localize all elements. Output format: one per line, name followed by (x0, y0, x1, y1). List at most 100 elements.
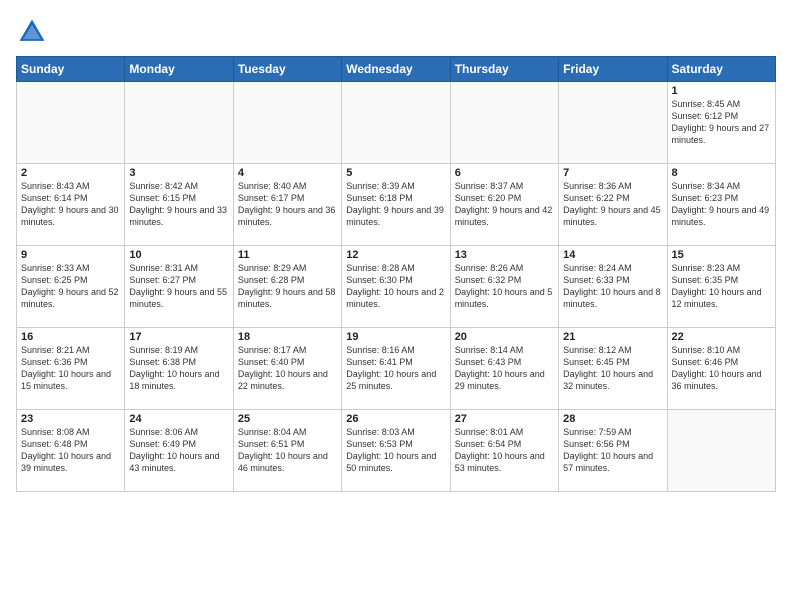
calendar-cell: 11Sunrise: 8:29 AM Sunset: 6:28 PM Dayli… (233, 246, 341, 328)
day-number: 9 (21, 249, 120, 261)
day-number: 27 (455, 413, 554, 425)
calendar-cell (559, 82, 667, 164)
day-number: 16 (21, 331, 120, 343)
calendar-cell: 20Sunrise: 8:14 AM Sunset: 6:43 PM Dayli… (450, 328, 558, 410)
day-number: 25 (238, 413, 337, 425)
day-info: Sunrise: 8:17 AM Sunset: 6:40 PM Dayligh… (238, 344, 337, 393)
day-info: Sunrise: 8:23 AM Sunset: 6:35 PM Dayligh… (672, 262, 771, 311)
day-number: 15 (672, 249, 771, 261)
day-number: 5 (346, 167, 445, 179)
day-info: Sunrise: 8:39 AM Sunset: 6:18 PM Dayligh… (346, 180, 445, 229)
calendar: SundayMondayTuesdayWednesdayThursdayFrid… (16, 56, 776, 492)
day-number: 13 (455, 249, 554, 261)
day-number: 22 (672, 331, 771, 343)
day-info: Sunrise: 8:37 AM Sunset: 6:20 PM Dayligh… (455, 180, 554, 229)
day-number: 6 (455, 167, 554, 179)
day-number: 14 (563, 249, 662, 261)
day-info: Sunrise: 8:04 AM Sunset: 6:51 PM Dayligh… (238, 426, 337, 475)
day-info: Sunrise: 8:01 AM Sunset: 6:54 PM Dayligh… (455, 426, 554, 475)
day-info: Sunrise: 8:45 AM Sunset: 6:12 PM Dayligh… (672, 98, 771, 147)
calendar-week-3: 9Sunrise: 8:33 AM Sunset: 6:25 PM Daylig… (17, 246, 776, 328)
day-info: Sunrise: 8:16 AM Sunset: 6:41 PM Dayligh… (346, 344, 445, 393)
day-number: 19 (346, 331, 445, 343)
calendar-cell: 4Sunrise: 8:40 AM Sunset: 6:17 PM Daylig… (233, 164, 341, 246)
day-number: 7 (563, 167, 662, 179)
calendar-cell: 2Sunrise: 8:43 AM Sunset: 6:14 PM Daylig… (17, 164, 125, 246)
calendar-cell (450, 82, 558, 164)
calendar-week-1: 1Sunrise: 8:45 AM Sunset: 6:12 PM Daylig… (17, 82, 776, 164)
calendar-header-wednesday: Wednesday (342, 57, 450, 82)
calendar-cell (233, 82, 341, 164)
day-number: 2 (21, 167, 120, 179)
day-number: 11 (238, 249, 337, 261)
calendar-cell: 18Sunrise: 8:17 AM Sunset: 6:40 PM Dayli… (233, 328, 341, 410)
calendar-cell: 21Sunrise: 8:12 AM Sunset: 6:45 PM Dayli… (559, 328, 667, 410)
day-info: Sunrise: 8:29 AM Sunset: 6:28 PM Dayligh… (238, 262, 337, 311)
day-info: Sunrise: 8:40 AM Sunset: 6:17 PM Dayligh… (238, 180, 337, 229)
day-info: Sunrise: 8:42 AM Sunset: 6:15 PM Dayligh… (129, 180, 228, 229)
calendar-cell (17, 82, 125, 164)
day-info: Sunrise: 8:03 AM Sunset: 6:53 PM Dayligh… (346, 426, 445, 475)
calendar-cell: 5Sunrise: 8:39 AM Sunset: 6:18 PM Daylig… (342, 164, 450, 246)
calendar-cell: 14Sunrise: 8:24 AM Sunset: 6:33 PM Dayli… (559, 246, 667, 328)
day-info: Sunrise: 8:14 AM Sunset: 6:43 PM Dayligh… (455, 344, 554, 393)
calendar-header-monday: Monday (125, 57, 233, 82)
day-info: Sunrise: 7:59 AM Sunset: 6:56 PM Dayligh… (563, 426, 662, 475)
day-number: 18 (238, 331, 337, 343)
day-info: Sunrise: 8:28 AM Sunset: 6:30 PM Dayligh… (346, 262, 445, 311)
calendar-cell: 3Sunrise: 8:42 AM Sunset: 6:15 PM Daylig… (125, 164, 233, 246)
day-info: Sunrise: 8:08 AM Sunset: 6:48 PM Dayligh… (21, 426, 120, 475)
calendar-cell: 23Sunrise: 8:08 AM Sunset: 6:48 PM Dayli… (17, 410, 125, 492)
day-number: 20 (455, 331, 554, 343)
day-number: 3 (129, 167, 228, 179)
page: SundayMondayTuesdayWednesdayThursdayFrid… (0, 0, 792, 612)
calendar-cell: 6Sunrise: 8:37 AM Sunset: 6:20 PM Daylig… (450, 164, 558, 246)
calendar-cell: 25Sunrise: 8:04 AM Sunset: 6:51 PM Dayli… (233, 410, 341, 492)
day-number: 24 (129, 413, 228, 425)
day-number: 10 (129, 249, 228, 261)
day-info: Sunrise: 8:33 AM Sunset: 6:25 PM Dayligh… (21, 262, 120, 311)
day-number: 17 (129, 331, 228, 343)
calendar-week-2: 2Sunrise: 8:43 AM Sunset: 6:14 PM Daylig… (17, 164, 776, 246)
day-info: Sunrise: 8:31 AM Sunset: 6:27 PM Dayligh… (129, 262, 228, 311)
day-number: 26 (346, 413, 445, 425)
day-info: Sunrise: 8:36 AM Sunset: 6:22 PM Dayligh… (563, 180, 662, 229)
calendar-header-row: SundayMondayTuesdayWednesdayThursdayFrid… (17, 57, 776, 82)
logo-icon (16, 16, 48, 48)
calendar-cell: 12Sunrise: 8:28 AM Sunset: 6:30 PM Dayli… (342, 246, 450, 328)
calendar-cell: 24Sunrise: 8:06 AM Sunset: 6:49 PM Dayli… (125, 410, 233, 492)
header (16, 16, 776, 48)
calendar-cell: 22Sunrise: 8:10 AM Sunset: 6:46 PM Dayli… (667, 328, 775, 410)
calendar-cell (667, 410, 775, 492)
calendar-cell: 9Sunrise: 8:33 AM Sunset: 6:25 PM Daylig… (17, 246, 125, 328)
calendar-cell: 8Sunrise: 8:34 AM Sunset: 6:23 PM Daylig… (667, 164, 775, 246)
calendar-cell: 17Sunrise: 8:19 AM Sunset: 6:38 PM Dayli… (125, 328, 233, 410)
calendar-cell: 28Sunrise: 7:59 AM Sunset: 6:56 PM Dayli… (559, 410, 667, 492)
day-number: 23 (21, 413, 120, 425)
day-number: 12 (346, 249, 445, 261)
day-number: 1 (672, 85, 771, 97)
day-info: Sunrise: 8:10 AM Sunset: 6:46 PM Dayligh… (672, 344, 771, 393)
calendar-header-friday: Friday (559, 57, 667, 82)
day-info: Sunrise: 8:06 AM Sunset: 6:49 PM Dayligh… (129, 426, 228, 475)
calendar-header-tuesday: Tuesday (233, 57, 341, 82)
day-info: Sunrise: 8:24 AM Sunset: 6:33 PM Dayligh… (563, 262, 662, 311)
calendar-cell: 7Sunrise: 8:36 AM Sunset: 6:22 PM Daylig… (559, 164, 667, 246)
calendar-cell: 27Sunrise: 8:01 AM Sunset: 6:54 PM Dayli… (450, 410, 558, 492)
day-number: 28 (563, 413, 662, 425)
logo (16, 16, 52, 48)
day-info: Sunrise: 8:26 AM Sunset: 6:32 PM Dayligh… (455, 262, 554, 311)
day-info: Sunrise: 8:21 AM Sunset: 6:36 PM Dayligh… (21, 344, 120, 393)
day-info: Sunrise: 8:12 AM Sunset: 6:45 PM Dayligh… (563, 344, 662, 393)
calendar-cell: 1Sunrise: 8:45 AM Sunset: 6:12 PM Daylig… (667, 82, 775, 164)
day-number: 4 (238, 167, 337, 179)
calendar-week-4: 16Sunrise: 8:21 AM Sunset: 6:36 PM Dayli… (17, 328, 776, 410)
day-info: Sunrise: 8:43 AM Sunset: 6:14 PM Dayligh… (21, 180, 120, 229)
day-number: 21 (563, 331, 662, 343)
day-number: 8 (672, 167, 771, 179)
day-info: Sunrise: 8:34 AM Sunset: 6:23 PM Dayligh… (672, 180, 771, 229)
day-info: Sunrise: 8:19 AM Sunset: 6:38 PM Dayligh… (129, 344, 228, 393)
calendar-cell: 19Sunrise: 8:16 AM Sunset: 6:41 PM Dayli… (342, 328, 450, 410)
calendar-header-thursday: Thursday (450, 57, 558, 82)
calendar-cell: 16Sunrise: 8:21 AM Sunset: 6:36 PM Dayli… (17, 328, 125, 410)
